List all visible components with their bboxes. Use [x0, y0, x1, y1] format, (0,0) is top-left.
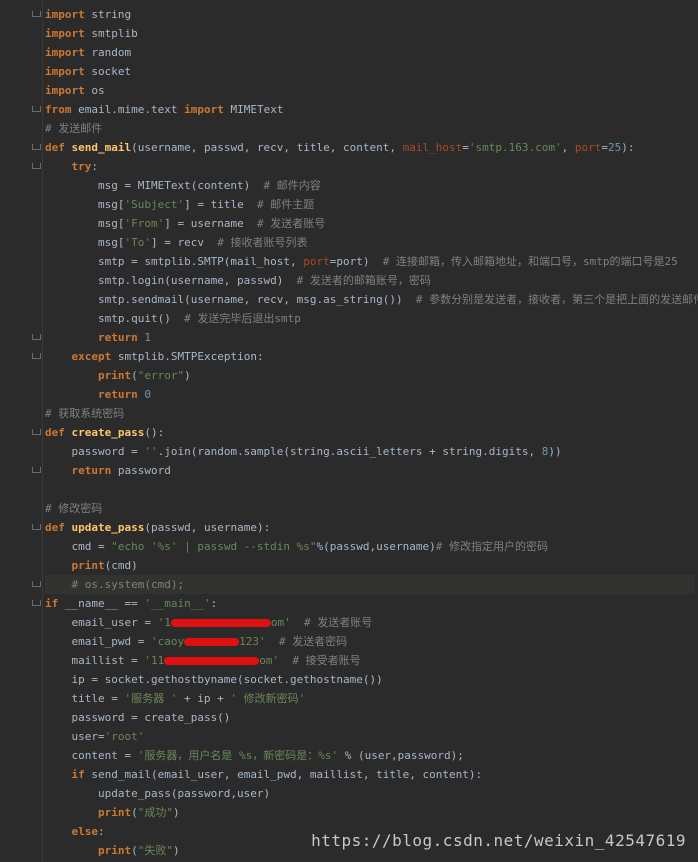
fold-icon[interactable] [32, 580, 41, 588]
code-line[interactable]: import string [45, 5, 695, 24]
code-line[interactable]: print("error") [45, 366, 695, 385]
code-line[interactable]: import os [45, 81, 695, 100]
code-line[interactable]: return password [45, 461, 695, 480]
fold-icon[interactable] [32, 466, 41, 474]
redaction-mark [164, 657, 260, 665]
code-line[interactable]: return 1 [45, 328, 695, 347]
code-line[interactable]: email_user = '1 om' # 发送者账号 [45, 613, 695, 632]
code-line[interactable]: msg['To'] = recv # 接收者账号列表 [45, 233, 695, 252]
code-line[interactable]: update_pass(password,user) [45, 784, 695, 803]
redaction-mark [170, 619, 271, 627]
code-line[interactable]: import random [45, 43, 695, 62]
fold-icon[interactable] [32, 523, 41, 531]
code-line[interactable]: password = ''.join(random.sample(string.… [45, 442, 695, 461]
code-line[interactable]: title = '服务器 ' + ip + ' 修改新密码' [45, 689, 695, 708]
code-line[interactable]: # 修改密码 [45, 499, 695, 518]
fold-icon[interactable] [32, 105, 41, 113]
code-line[interactable]: def send_mail(username, passwd, recv, ti… [45, 138, 695, 157]
code-line[interactable]: msg['Subject'] = title # 邮件主题 [45, 195, 695, 214]
code-line[interactable]: print("成功") [45, 803, 695, 822]
fold-icon[interactable] [32, 10, 41, 18]
code-line[interactable]: ip = socket.gethostbyname(socket.gethost… [45, 670, 695, 689]
code-line[interactable]: import socket [45, 62, 695, 81]
code-line[interactable]: smtp.login(username, passwd) # 发送者的邮箱账号，… [45, 271, 695, 290]
fold-icon[interactable] [32, 428, 41, 436]
code-line[interactable]: smtp = smtplib.SMTP(mail_host, port=port… [45, 252, 695, 271]
code-line[interactable]: print(cmd) [45, 556, 695, 575]
code-line[interactable]: return 0 [45, 385, 695, 404]
code-line[interactable]: user='root' [45, 727, 695, 746]
code-line[interactable]: except smtplib.SMTPException: [45, 347, 695, 366]
code-line[interactable]: # 发送邮件 [45, 119, 695, 138]
fold-icon[interactable] [32, 143, 41, 151]
code-line[interactable]: password = create_pass() [45, 708, 695, 727]
code-line[interactable]: smtp.quit() # 发送完毕后退出smtp [45, 309, 695, 328]
gutter-separator [42, 0, 43, 862]
code-editor[interactable]: import string import smtplib import rand… [45, 5, 698, 860]
code-line[interactable]: # 获取系统密码 [45, 404, 695, 423]
code-line[interactable]: cmd = "echo '%s' | passwd --stdin %s"%(p… [45, 537, 695, 556]
code-line[interactable]: from email.mime.text import MIMEText [45, 100, 695, 119]
code-line[interactable] [45, 480, 695, 499]
code-line[interactable]: try: [45, 157, 695, 176]
code-line[interactable]: msg = MIMEText(content) # 邮件内容 [45, 176, 695, 195]
code-line[interactable]: def create_pass(): [45, 423, 695, 442]
fold-icon[interactable] [32, 333, 41, 341]
fold-icon[interactable] [32, 599, 41, 607]
fold-icon[interactable] [32, 352, 41, 360]
fold-icon[interactable] [32, 162, 41, 170]
code-line[interactable]: if __name__ == '__main__': [45, 594, 695, 613]
code-line[interactable]: def update_pass(passwd, username): [45, 518, 695, 537]
code-line[interactable]: smtp.sendmail(username, recv, msg.as_str… [45, 290, 698, 309]
redaction-mark [184, 638, 240, 646]
code-line[interactable]: content = '服务器，用户名是 %s，新密码是：%s' % (user,… [45, 746, 695, 765]
code-line[interactable]: import smtplib [45, 24, 695, 43]
code-line[interactable]: if send_mail(email_user, email_pwd, mail… [45, 765, 695, 784]
code-line[interactable]: # os.system(cmd); [45, 575, 695, 594]
code-line[interactable]: msg['From'] = username # 发送者账号 [45, 214, 695, 233]
code-line[interactable]: email_pwd = 'caoy 123' # 发送者密码 [45, 632, 695, 651]
watermark: https://blog.csdn.net/weixin_42547619 [311, 831, 686, 850]
code-line[interactable]: maillist = '11 om' # 接受者账号 [45, 651, 695, 670]
